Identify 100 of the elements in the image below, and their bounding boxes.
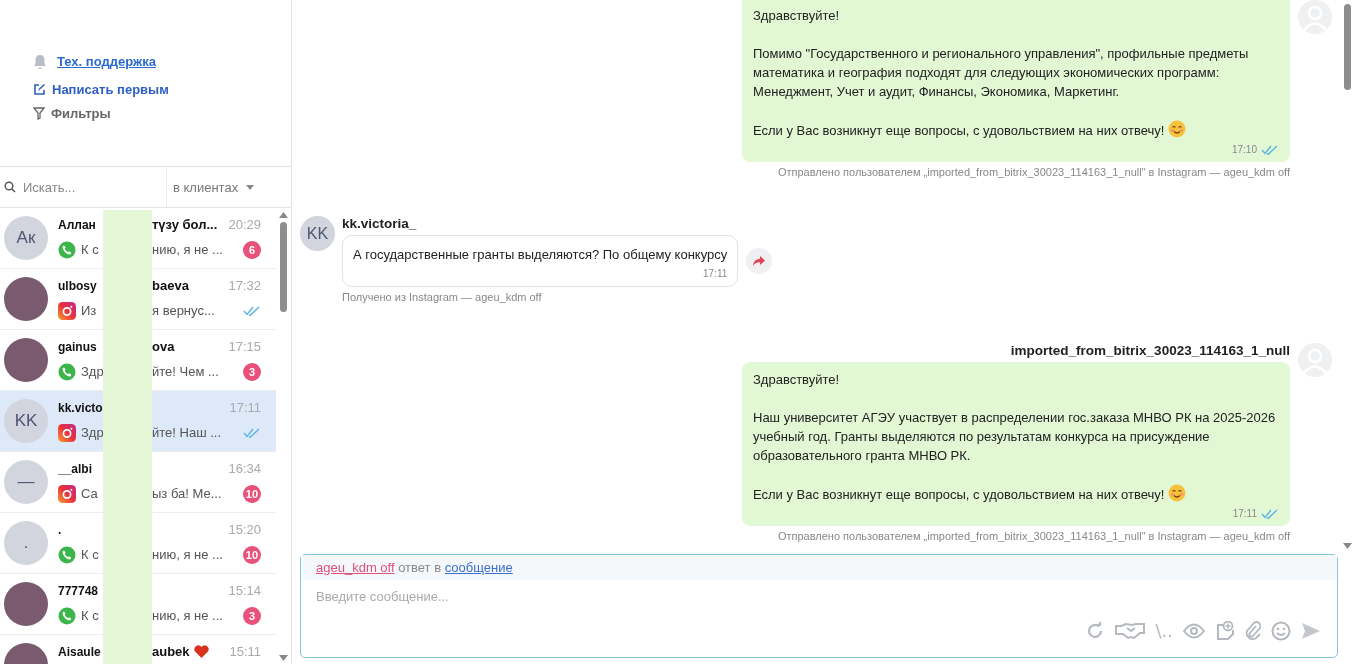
message-link[interactable]: сообщение (444, 560, 513, 575)
message-preview: К с (81, 242, 100, 257)
message-text: Если у Вас возникнут еще вопросы, с удовольствием на них отвечу! (753, 120, 1279, 140)
reply-button[interactable] (746, 248, 773, 274)
message-composer[interactable]: ageu_kdm off ответ в сообщение Введите сообщение... \.. (300, 554, 1338, 658)
scope-dropdown[interactable]: в клиентах (167, 175, 261, 199)
search-icon (4, 181, 16, 193)
scroll-down-icon[interactable] (279, 655, 288, 661)
chat-time: 15:20 (228, 522, 262, 537)
message-preview: нию, я не ... (152, 242, 224, 257)
account-link[interactable]: ageu_kdm off (316, 560, 395, 575)
message-preview: ыз ба! Ме... (152, 486, 223, 501)
unread-count: 3 (243, 362, 262, 381)
camera-icon (58, 301, 76, 320)
support-link[interactable]: Тех. поддержка (57, 54, 156, 69)
unread-count: 3 (243, 606, 262, 625)
message-preview: нию, я не ... (152, 608, 224, 623)
message-time: 17:10 (1231, 143, 1257, 157)
contact-name: gainus (58, 339, 98, 354)
phone-icon (58, 606, 76, 625)
unread-count: 10 (242, 484, 262, 503)
unread-count: 10 (242, 545, 262, 564)
camera-icon (58, 484, 76, 503)
contact-name: 777748 (58, 583, 100, 598)
handshake-icon (1115, 621, 1146, 640)
message-preview: Из (81, 303, 98, 318)
phone-icon (58, 240, 76, 259)
contact-name: kk.victo (58, 400, 103, 415)
edit-icon (33, 83, 46, 96)
handshake-button[interactable] (1113, 621, 1148, 640)
scrollbar-thumb[interactable] (280, 222, 287, 312)
phone-icon (58, 545, 76, 564)
avatar: KK (4, 399, 48, 443)
double-check-icon (243, 427, 262, 438)
avatar: KK (300, 216, 335, 251)
message-preview: йте! Наш ... (152, 425, 223, 440)
contact-name: . (58, 522, 63, 537)
chat-time: 17:11 (229, 400, 262, 415)
delivery-caption: Отправлено пользователем „imported_from_bitrix_30023_114163_1_null" в Instagram — ageu_kdm off (777, 166, 1290, 178)
message-text: Помимо "Государственного и регионального управления", профильные предметы математика и география подходят для следующих экономических программ: Менеджмент, Учет и аудит, Финансы, Экономика, Маркетинг. (753, 45, 1250, 101)
sticker-add-icon (1215, 620, 1235, 641)
double-check-icon (243, 305, 262, 316)
message-preview: Са (81, 486, 99, 501)
message-text: Здравствуйте! (753, 7, 841, 25)
message-text: Здравствуйте! (753, 371, 841, 389)
unread-count: 6 (243, 240, 262, 259)
camera-icon (58, 423, 76, 442)
scroll-up-icon[interactable] (279, 212, 288, 218)
smiley-icon (1271, 620, 1291, 641)
message-text: Если у Вас возникнут еще вопросы, с удовольствием на них отвечу! (753, 484, 1279, 504)
eye-icon (1183, 622, 1205, 639)
scroll-down-icon[interactable] (1342, 543, 1352, 549)
avatar: Ак (4, 216, 48, 260)
message-text: А государственные гранты выделяются? По общему конкурсу (353, 246, 728, 264)
message-preview: К с (81, 608, 100, 623)
preview-button[interactable] (1181, 622, 1207, 639)
contact-name: Aisaule (58, 644, 102, 659)
delivery-caption: Получено из Instagram — ageu_kdm off (342, 291, 543, 303)
contact-name: Аллан (58, 217, 97, 232)
filters-link[interactable]: Фильтры (51, 106, 111, 121)
message-text: Наш университет АГЭУ участвует в распределении гос.заказа МНВО РК на 2025-2026 учебный год. Гранты выделяются по результатам конкурса на присуждение образовательного гранта МНВО РК. (753, 409, 1277, 465)
photo-placeholder (4, 582, 48, 626)
write-first-link[interactable]: Написать первым (52, 82, 169, 97)
message-preview: я вернус... (152, 303, 216, 318)
chat-time: 17:32 (228, 278, 262, 293)
paperclip-icon (1245, 620, 1261, 641)
attach-button[interactable] (1243, 620, 1263, 641)
message-time: 17:11 (703, 267, 728, 281)
chat-time: 15:14 (228, 583, 262, 598)
chat-time: 15:11 (229, 644, 262, 659)
message-preview: Здр (81, 425, 103, 440)
photo-placeholder (4, 338, 48, 382)
sender-name: imported_from_bitrix_30023_114163_1_null (1010, 343, 1290, 358)
chat-time: 20:29 (228, 217, 262, 232)
avatar: — (4, 460, 48, 504)
message-time: 17:11 (1232, 507, 1257, 521)
contact-name: ova (152, 339, 175, 354)
search-field[interactable]: Искать... (21, 178, 165, 196)
scrollbar-thumb[interactable] (1343, 4, 1351, 90)
contact-name: ulbosy (58, 278, 98, 293)
message-preview: йте! Чем ... (152, 364, 220, 379)
send-icon (1301, 621, 1321, 640)
message-preview: Здр (81, 364, 103, 379)
delivery-caption: Отправлено пользователем „imported_from_bitrix_30023_114163_1_null" в Instagram — ageu_kdm off (777, 530, 1290, 542)
caret-icon (246, 184, 255, 190)
photo-placeholder (4, 277, 48, 321)
sender-name: kk.victoria_ (342, 216, 418, 231)
contact-name: түзу бол... (152, 217, 218, 232)
bell-icon (33, 53, 47, 70)
phone-icon (58, 362, 76, 381)
emoji-button[interactable] (1269, 620, 1293, 641)
contact-name: baeva (152, 278, 189, 293)
filter-icon (33, 107, 45, 120)
share-arrow-icon (753, 256, 766, 266)
contact-name: aubek (152, 644, 190, 659)
reply-context: ageu_kdm off ответ в сообщение (301, 555, 1337, 580)
chat-time: 16:34 (228, 461, 262, 476)
message-preview: К с (81, 547, 100, 562)
contact-name: __albi (58, 461, 94, 476)
avatar: . (4, 521, 48, 565)
